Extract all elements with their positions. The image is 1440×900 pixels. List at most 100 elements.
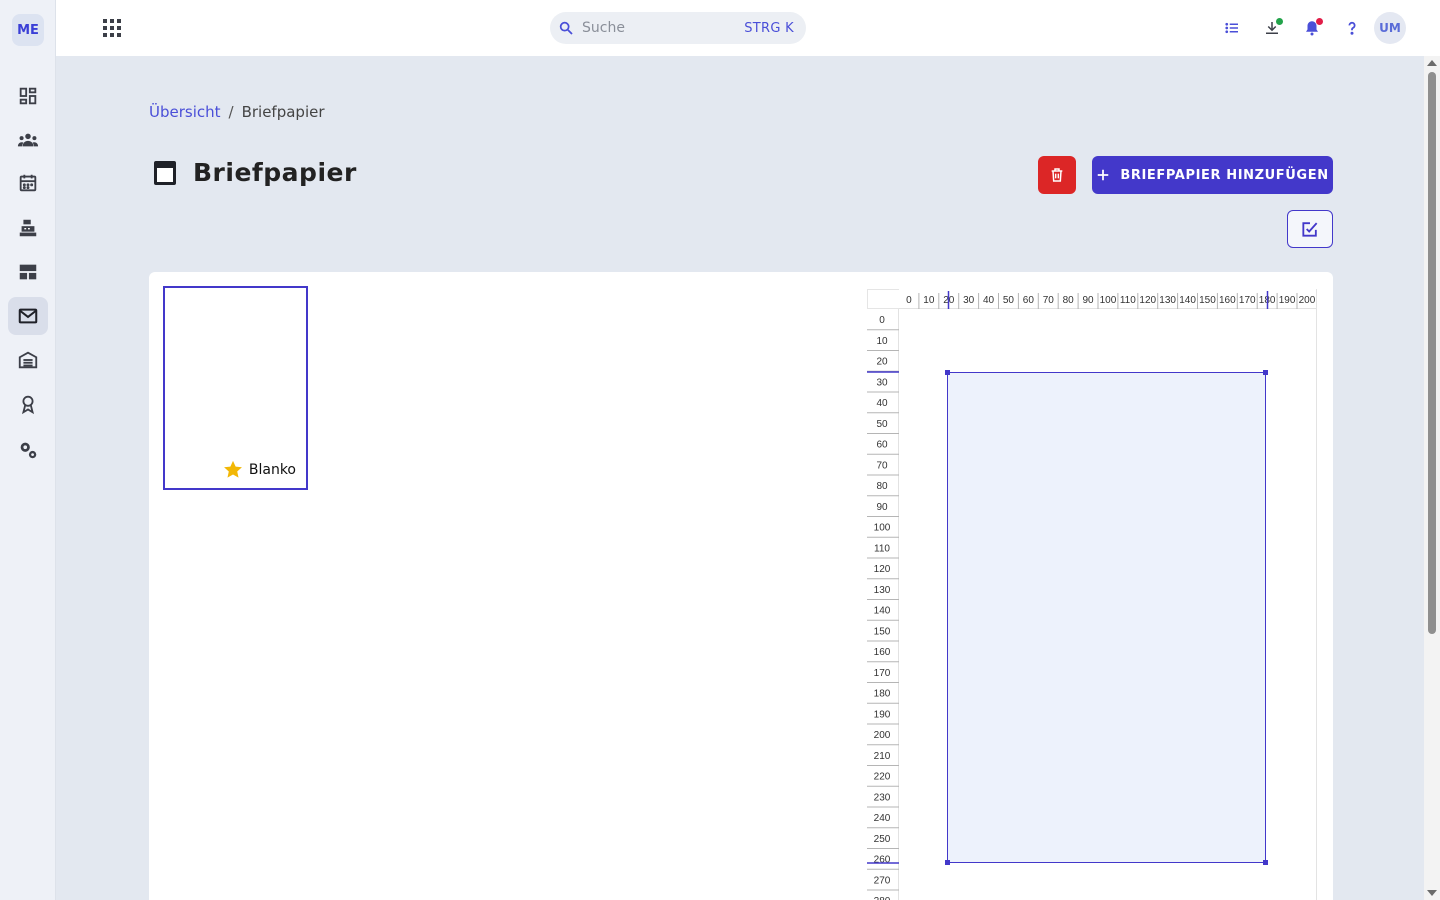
mail-icon: [18, 308, 38, 324]
ruler-h-label: 190: [1279, 295, 1296, 306]
paper-content-area[interactable]: [945, 370, 1268, 865]
ruler-v-label: 40: [876, 398, 888, 409]
ruler-h-label: 60: [1023, 295, 1035, 306]
register-icon: [19, 219, 37, 237]
breadcrumb-separator: /: [228, 103, 234, 121]
ruler-h-label: 40: [983, 295, 995, 306]
user-avatar[interactable]: UM: [1374, 12, 1406, 44]
ruler-v-label: 150: [874, 626, 891, 637]
search-bar[interactable]: STRG K: [550, 12, 806, 44]
sidebar: ME: [0, 0, 56, 900]
ruler-h-label: 110: [1120, 295, 1136, 306]
resize-handle-top-left[interactable]: [945, 370, 950, 375]
page-scrollbar[interactable]: [1424, 56, 1440, 900]
scroll-down-icon[interactable]: [1427, 890, 1437, 896]
ruler-v-label: 240: [874, 813, 891, 824]
ruler-v-label: 50: [876, 419, 888, 430]
ruler-v-label: 90: [876, 502, 888, 513]
downloads-button[interactable]: [1260, 16, 1284, 40]
trash-icon: [1051, 168, 1063, 182]
scrollbar-thumb[interactable]: [1428, 72, 1436, 634]
add-stationery-button[interactable]: BRIEFPAPIER HINZUFÜGEN: [1092, 156, 1333, 194]
mark-done-button[interactable]: [1287, 210, 1333, 248]
page-header: Briefpapier: [153, 158, 357, 187]
star-icon: [223, 460, 242, 478]
download-status-badge: [1276, 18, 1283, 25]
ruler-h-label: 10: [923, 295, 935, 306]
horizontal-ruler: 0102030405060708090100110120130140150160…: [899, 291, 1317, 309]
editor-border: [1316, 289, 1317, 900]
resize-handle-bottom-right[interactable]: [1263, 860, 1268, 865]
sidebar-item-mail[interactable]: [8, 297, 48, 335]
ruler-v-label: 140: [874, 606, 891, 617]
help-icon: [1348, 21, 1356, 35]
ruler-v-label: 230: [874, 792, 891, 803]
ruler-h-label: 160: [1219, 295, 1236, 306]
ruler-v-label: 120: [874, 564, 891, 575]
ruler-v-label: 20: [876, 357, 888, 368]
resize-handle-bottom-left[interactable]: [945, 860, 950, 865]
ruler-h-label: 170: [1239, 295, 1256, 306]
ruler-v-label: 210: [874, 751, 891, 762]
sidebar-item-dashboard[interactable]: [8, 77, 48, 115]
ruler-v-label: 10: [876, 336, 888, 347]
template-card-blanko[interactable]: Blanko: [163, 286, 308, 490]
sidebar-item-register[interactable]: [8, 209, 48, 247]
ruler-v-label: 70: [876, 460, 888, 471]
ruler-h-label: 120: [1139, 295, 1156, 306]
plus-icon: [1098, 169, 1109, 181]
ruler-v-label: 100: [874, 523, 891, 534]
apps-grid-icon: [103, 19, 121, 37]
ruler-v-label: 110: [874, 543, 890, 554]
notifications-button[interactable]: [1300, 16, 1324, 40]
ruler-h-label: 0: [906, 295, 912, 306]
ruler-corner: [867, 289, 899, 309]
settings-icon: [20, 442, 37, 459]
ruler-v-label: 60: [876, 440, 888, 451]
scroll-up-icon[interactable]: [1427, 60, 1437, 66]
sidebar-item-calendar[interactable]: [8, 164, 48, 202]
ruler-v-label: 130: [874, 585, 891, 596]
ruler-v-label: 260: [874, 855, 891, 866]
list-icon: [1225, 22, 1238, 34]
sidebar-item-users[interactable]: [8, 121, 48, 159]
breadcrumb-home-link[interactable]: Übersicht: [149, 103, 221, 121]
award-icon: [21, 395, 35, 415]
sidebar-item-award[interactable]: [8, 385, 48, 423]
ruler-v-label: 250: [874, 834, 891, 845]
sidebar-item-settings[interactable]: [8, 431, 48, 469]
ruler-h-label: 30: [963, 295, 975, 306]
ruler-v-label: 220: [874, 772, 891, 783]
stationery-card: Blanko 010203040506070809010011012013014…: [149, 272, 1333, 900]
ruler-v-label: 80: [876, 481, 888, 492]
ruler-v-label: 0: [879, 315, 885, 326]
sidebar-item-layout[interactable]: [8, 253, 48, 291]
dashboard-icon: [19, 87, 37, 105]
ruler-h-label: 100: [1100, 295, 1117, 306]
ruler-h-label: 150: [1199, 295, 1216, 306]
template-label: Blanko: [223, 460, 296, 479]
app-logo[interactable]: ME: [12, 14, 44, 46]
ruler-v-label: 190: [874, 709, 891, 720]
sidebar-item-warehouse[interactable]: [8, 341, 48, 379]
warehouse-icon: [18, 351, 38, 369]
search-icon: [559, 21, 573, 35]
apps-menu-button[interactable]: [100, 16, 124, 40]
search-input[interactable]: [582, 20, 732, 36]
topbar: STRG K UM: [56, 0, 1440, 56]
resize-handle-top-right[interactable]: [1263, 370, 1268, 375]
ruler-h-label: 90: [1082, 295, 1094, 306]
delete-button[interactable]: [1038, 156, 1076, 194]
ruler-h-label: 130: [1159, 295, 1176, 306]
breadcrumb: Übersicht / Briefpapier: [149, 103, 325, 121]
checkbox-edit-icon: [1302, 222, 1318, 237]
list-button[interactable]: [1220, 16, 1244, 40]
ruler-v-label: 170: [874, 668, 891, 679]
template-name: Blanko: [248, 461, 296, 478]
ruler-v-label: 180: [874, 689, 891, 700]
ruler-v-label: 280: [874, 896, 891, 900]
help-button[interactable]: [1340, 16, 1364, 40]
ruler-h-label: 70: [1043, 295, 1055, 306]
ruler-v-label: 270: [874, 875, 891, 886]
ruler-h-label: 50: [1003, 295, 1015, 306]
